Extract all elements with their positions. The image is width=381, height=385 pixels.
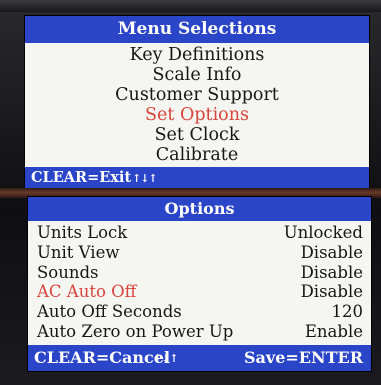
option-value: Disable: [300, 282, 363, 302]
menu-item-set-clock[interactable]: Set Clock: [25, 125, 369, 145]
option-auto-zero-on-power-up[interactable]: Auto Zero on Power Up Enable: [28, 322, 371, 341]
menu-item-customer-support[interactable]: Customer Support: [25, 85, 369, 105]
menu-selections-screen: Menu Selections Key Definitions Scale In…: [25, 16, 369, 188]
clear-exit-hint[interactable]: CLEAR=Exit: [31, 167, 131, 188]
option-label: AC Auto Off: [37, 282, 137, 302]
option-value: Enable: [304, 322, 363, 342]
clear-cancel-hint[interactable]: CLEAR=Cancel: [34, 345, 170, 371]
device-top-rim: [0, 0, 381, 12]
option-value: Disable: [300, 262, 363, 282]
options-footer: CLEAR=Cancel ↑↓↑ Save=ENTER: [28, 345, 371, 371]
menu-item-key-definitions[interactable]: Key Definitions: [25, 45, 369, 65]
options-screen: Options Units Lock Unlocked Unit View Di…: [28, 197, 371, 371]
menu-footer: CLEAR=Exit ↑↓↑: [25, 167, 369, 188]
options-title: Options: [28, 197, 371, 221]
options-list: Units Lock Unlocked Unit View Disable So…: [28, 221, 371, 345]
option-label: Units Lock: [37, 222, 128, 242]
option-value: Disable: [300, 242, 363, 262]
option-ac-auto-off[interactable]: AC Auto Off Disable: [28, 282, 371, 301]
menu-item-set-options[interactable]: Set Options: [25, 105, 369, 125]
option-sounds[interactable]: Sounds Disable: [28, 263, 371, 282]
option-unit-view[interactable]: Unit View Disable: [28, 243, 371, 262]
menu-item-calibrate[interactable]: Calibrate: [25, 145, 369, 165]
navigation-arrows-icon: ↑↓↑: [132, 172, 158, 185]
option-label: Sounds: [37, 262, 99, 282]
menu-item-scale-info[interactable]: Scale Info: [25, 65, 369, 85]
option-value: 120: [331, 302, 364, 322]
navigation-arrows-icon: ↑↓↑: [153, 352, 179, 365]
option-label: Auto Off Seconds: [37, 302, 182, 322]
menu-list: Key Definitions Scale Info Customer Supp…: [25, 43, 369, 167]
option-label: Unit View: [37, 242, 120, 262]
save-enter-hint[interactable]: Save=ENTER: [244, 345, 363, 371]
option-value: Unlocked: [283, 222, 363, 242]
option-label: Auto Zero on Power Up: [37, 322, 234, 342]
option-auto-off-seconds[interactable]: Auto Off Seconds 120: [28, 302, 371, 321]
menu-title: Menu Selections: [25, 16, 369, 43]
option-units-lock[interactable]: Units Lock Unlocked: [28, 223, 371, 242]
